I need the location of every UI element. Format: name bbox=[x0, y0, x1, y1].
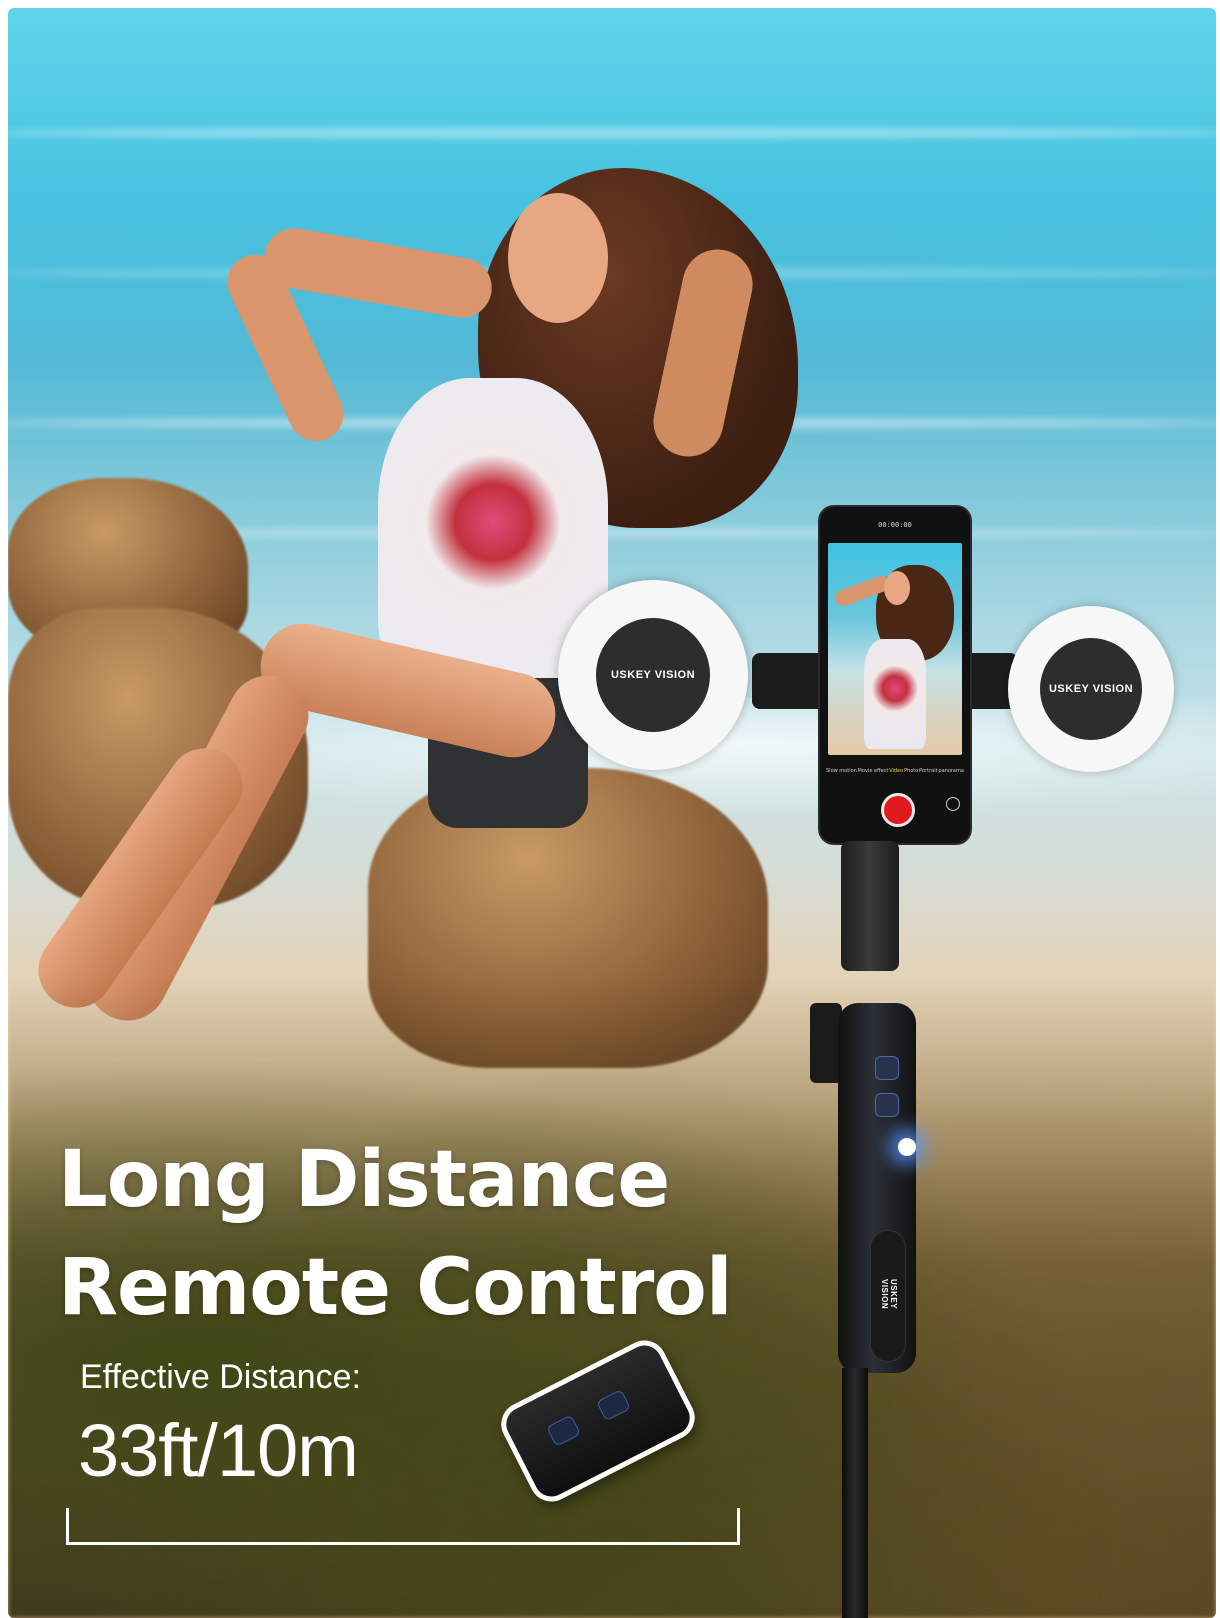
brand-logo: USKEY VISION bbox=[610, 669, 696, 681]
woman-face bbox=[508, 193, 608, 323]
record-button[interactable] bbox=[881, 793, 915, 827]
effective-distance-value: 33ft/10m bbox=[78, 1409, 359, 1492]
handle-grip: USKEY VISION bbox=[870, 1230, 906, 1362]
wave bbox=[8, 128, 1216, 138]
brand-logo: USKEY VISION bbox=[880, 1279, 898, 1310]
camera-preview bbox=[828, 543, 962, 755]
mode-portrait[interactable]: Portrait bbox=[919, 768, 937, 774]
recording-timer: 00:00:00 bbox=[878, 521, 912, 529]
fill-light-left: USKEY VISION bbox=[558, 580, 748, 770]
mode-video[interactable]: Video bbox=[889, 768, 903, 774]
effective-distance-label: Effective Distance: bbox=[80, 1358, 361, 1396]
fill-light-cap: USKEY VISION bbox=[1040, 638, 1142, 740]
smartphone: 00:00:00 Slow motion Movie effect Video … bbox=[818, 505, 972, 845]
switch-camera-icon[interactable] bbox=[946, 797, 960, 811]
fill-light-cap: USKEY VISION bbox=[596, 618, 710, 732]
remote-photo-icon bbox=[546, 1414, 582, 1447]
remote-power-icon bbox=[596, 1389, 632, 1422]
headline: Long Distance Remote Control bbox=[58, 1126, 733, 1342]
headline-line-2: Remote Control bbox=[58, 1243, 733, 1333]
mode-slow-motion[interactable]: Slow motion bbox=[826, 768, 857, 774]
telescopic-pole bbox=[842, 1368, 868, 1618]
headline-line-1: Long Distance bbox=[58, 1135, 670, 1225]
remote-shutter-icon bbox=[875, 1093, 899, 1117]
remote-power-icon bbox=[875, 1056, 899, 1080]
fill-light-right: USKEY VISION bbox=[1008, 606, 1174, 772]
camera-mode-bar: Slow motion Movie effect Video Photo Por… bbox=[826, 765, 964, 777]
mode-photo[interactable]: Photo bbox=[904, 768, 918, 774]
distance-bracket bbox=[66, 1508, 740, 1545]
mode-panorama[interactable]: panorama bbox=[938, 768, 964, 774]
product-image: USKEY VISION USKEY VISION 00:00:00 Slow … bbox=[8, 8, 1216, 1618]
tripod-mount bbox=[841, 841, 899, 971]
preview-face bbox=[884, 571, 910, 605]
bluetooth-led bbox=[898, 1138, 916, 1156]
brand-logo: USKEY VISION bbox=[1048, 683, 1134, 695]
mode-movie-effect[interactable]: Movie effect bbox=[858, 768, 889, 774]
preview-top bbox=[864, 639, 926, 749]
